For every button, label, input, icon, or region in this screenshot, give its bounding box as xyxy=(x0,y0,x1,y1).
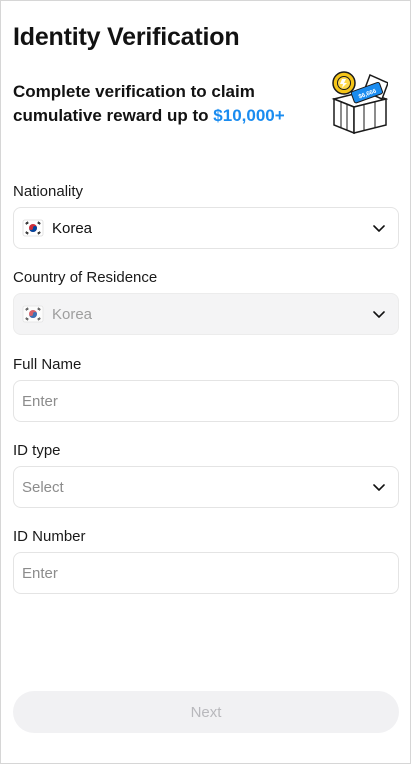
id-type-label: ID type xyxy=(13,442,61,459)
chevron-down-icon xyxy=(373,225,385,232)
reward-amount: $10,000+ xyxy=(213,106,285,125)
full-name-label: Full Name xyxy=(13,356,82,373)
id-number-label: ID Number xyxy=(13,528,86,545)
page-title: Identity Verification xyxy=(13,23,240,51)
next-button[interactable]: Next xyxy=(13,691,399,733)
reward-box-illustration: $6,666 xyxy=(331,71,388,135)
nationality-label: Nationality xyxy=(13,183,84,200)
id-number-input[interactable] xyxy=(22,564,386,582)
korea-flag-icon xyxy=(22,305,44,323)
nationality-value: Korea xyxy=(52,219,93,237)
chevron-down-icon xyxy=(373,311,385,318)
residence-value: Korea xyxy=(52,305,93,323)
nationality-select[interactable]: Korea xyxy=(13,207,399,249)
id-number-field-container xyxy=(13,552,399,594)
id-type-select[interactable]: Select xyxy=(13,466,399,508)
id-type-placeholder: Select xyxy=(22,478,64,496)
korea-flag-icon xyxy=(22,219,44,237)
full-name-input[interactable] xyxy=(22,392,386,410)
reward-promo-text: Complete verification to claim cumulativ… xyxy=(13,80,313,128)
residence-select[interactable]: Korea xyxy=(13,293,399,335)
chevron-down-icon xyxy=(373,484,385,491)
residence-label: Country of Residence xyxy=(13,269,158,286)
verification-screen: Identity Verification Complete verificat… xyxy=(0,0,411,764)
full-name-field-container xyxy=(13,380,399,422)
